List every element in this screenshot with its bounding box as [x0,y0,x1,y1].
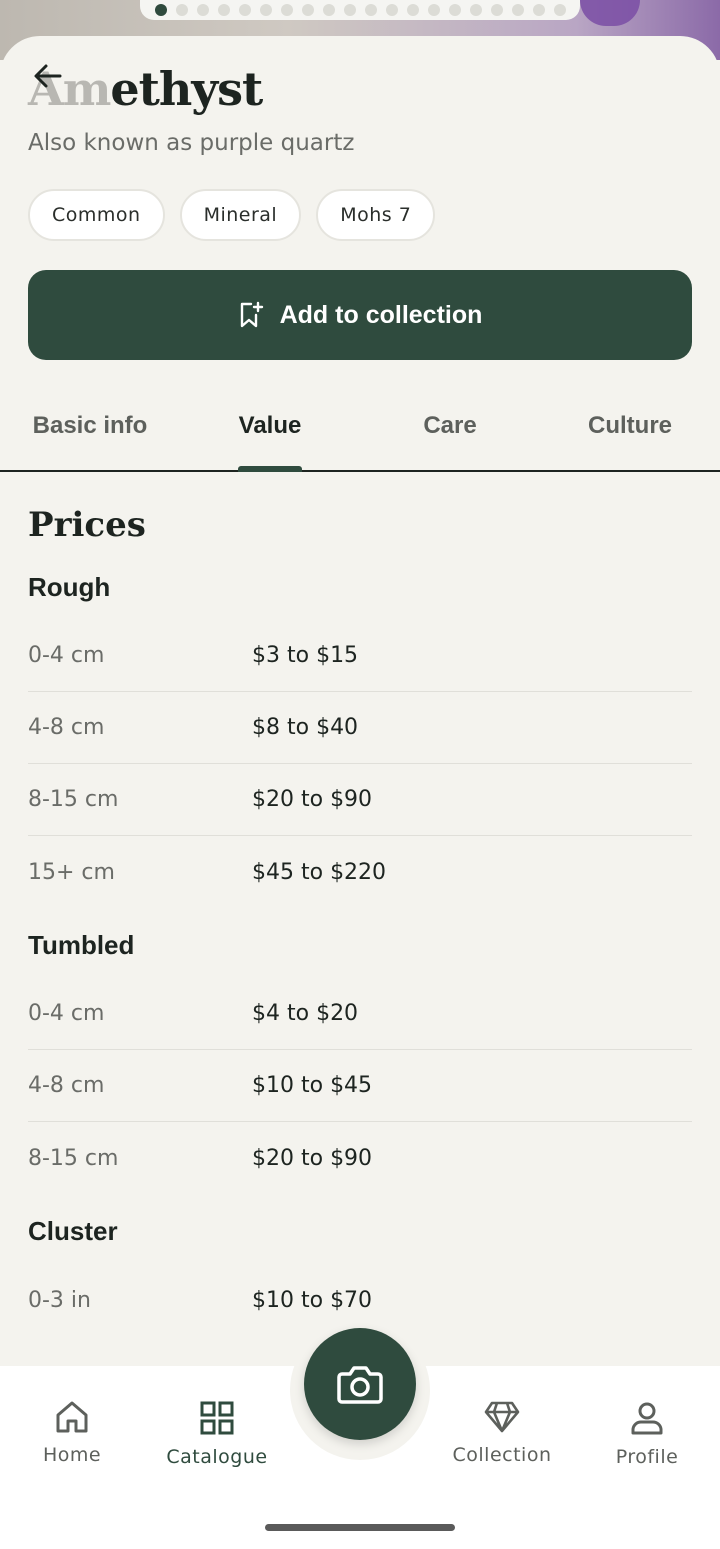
table-row: 4-8 cm $10 to $45 [28,1050,692,1122]
tab-label: Culture [588,412,672,439]
group-title-tumbled: Tumbled [28,930,135,960]
size-cell: 8-15 cm [28,1145,119,1171]
size-cell: 0-4 cm [28,1001,105,1026]
tag-chips: Common Mineral Mohs 7 [28,189,436,241]
price-cell: $4 to $20 [252,1001,359,1026]
carousel-dot[interactable] [427,4,440,16]
carousel-indicator [140,0,580,20]
grid-icon [200,1401,234,1435]
carousel-dot[interactable] [154,4,167,16]
price-table-rough: 0-4 cm $3 to $15 4-8 cm $8 to $40 8-15 cm $… [28,620,692,908]
size-cell: 0-3 in [28,1287,91,1313]
chip-hardness[interactable]: Mohs 7 [316,189,436,241]
prices-section: Prices Rough 0-4 cm $3 to $15 4-8 cm $8 to… [28,500,692,1336]
carousel-dot[interactable] [532,4,545,16]
nav-label: Catalogue [166,1446,268,1468]
chip-rarity[interactable]: Common [28,189,165,241]
tab-bar: Basic info Value Care Culture [0,400,720,472]
nav-collection[interactable]: Collection [437,1400,567,1466]
table-row: 0-4 cm $4 to $20 [28,978,692,1050]
group-title-rough: Rough [28,572,111,602]
table-row: 4-8 cm $8 to $40 [28,692,692,764]
bookmark-add-icon [240,301,263,328]
carousel-dot[interactable] [406,4,419,16]
size-cell: 4-8 cm [28,715,105,740]
price-cell: $3 to $15 [252,643,359,668]
price-cell: $10 to $45 [252,1073,373,1098]
size-cell: 0-4 cm [28,643,105,668]
price-cell: $20 to $90 [252,787,373,812]
size-cell: 8-15 cm [28,787,119,812]
tab-label: Value [238,412,302,439]
nav-label: Home [42,1444,102,1466]
tab-basic-info[interactable]: Basic info [0,400,180,470]
chip-type[interactable]: Mineral [179,189,302,241]
size-cell: 4-8 cm [28,1073,105,1098]
carousel-dot[interactable] [259,4,272,16]
back-arrow-icon [34,64,62,88]
prices-heading: Prices [28,505,146,545]
diamond-icon [484,1401,520,1433]
nav-catalogue[interactable]: Catalogue [152,1400,282,1468]
carousel-dot[interactable] [364,4,377,16]
carousel-dot[interactable] [175,4,188,16]
size-cell: 15+ cm [28,859,115,885]
price-cell: $20 to $90 [252,1145,373,1171]
add-to-collection-button[interactable]: Add to collection [28,270,692,360]
carousel-dot[interactable] [469,4,482,16]
nav-profile[interactable]: Profile [582,1400,712,1468]
table-row: 15+ cm $45 to $220 [28,836,692,908]
price-cell: $10 to $70 [252,1287,373,1313]
table-row: 0-4 cm $3 to $15 [28,620,692,692]
nav-label: Collection [452,1444,552,1466]
carousel-dot[interactable] [217,4,230,16]
carousel-dot[interactable] [511,4,524,16]
nav-label: Profile [615,1446,679,1468]
carousel-dot[interactable] [322,4,335,16]
carousel-dot[interactable] [280,4,293,16]
price-table-tumbled: 0-4 cm $4 to $20 4-8 cm $10 to $45 8-15 cm… [28,978,692,1194]
price-cell: $8 to $40 [252,715,359,740]
add-to-collection-label: Add to collection [279,300,483,329]
price-cell: $45 to $220 [252,859,387,885]
tab-label: Care [423,412,477,439]
carousel-dot[interactable] [385,4,398,16]
back-button[interactable] [30,58,66,94]
carousel-dot[interactable] [301,4,314,16]
tab-label: Basic info [32,412,148,439]
tab-culture[interactable]: Culture [540,400,720,470]
table-row: 8-15 cm $20 to $90 [28,764,692,836]
camera-icon [337,1366,383,1404]
home-icon [56,1401,88,1433]
carousel-dot[interactable] [553,4,566,16]
group-title-cluster: Cluster [28,1216,118,1246]
carousel-dot[interactable] [238,4,251,16]
table-row: 8-15 cm $20 to $90 [28,1122,692,1194]
subtitle: Also known as purple quartz [28,130,355,156]
carousel-dot[interactable] [343,4,356,16]
nav-home[interactable]: Home [7,1400,137,1466]
tab-care[interactable]: Care [360,400,540,470]
person-icon [631,1402,663,1435]
carousel-dot[interactable] [448,4,461,16]
carousel-dot[interactable] [196,4,209,16]
amethyst-photo [580,0,640,26]
home-indicator[interactable] [265,1524,455,1531]
carousel-dot[interactable] [490,4,503,16]
tab-value[interactable]: Value [180,400,360,472]
active-tab-indicator [238,466,302,472]
camera-scan-button[interactable] [304,1328,416,1440]
